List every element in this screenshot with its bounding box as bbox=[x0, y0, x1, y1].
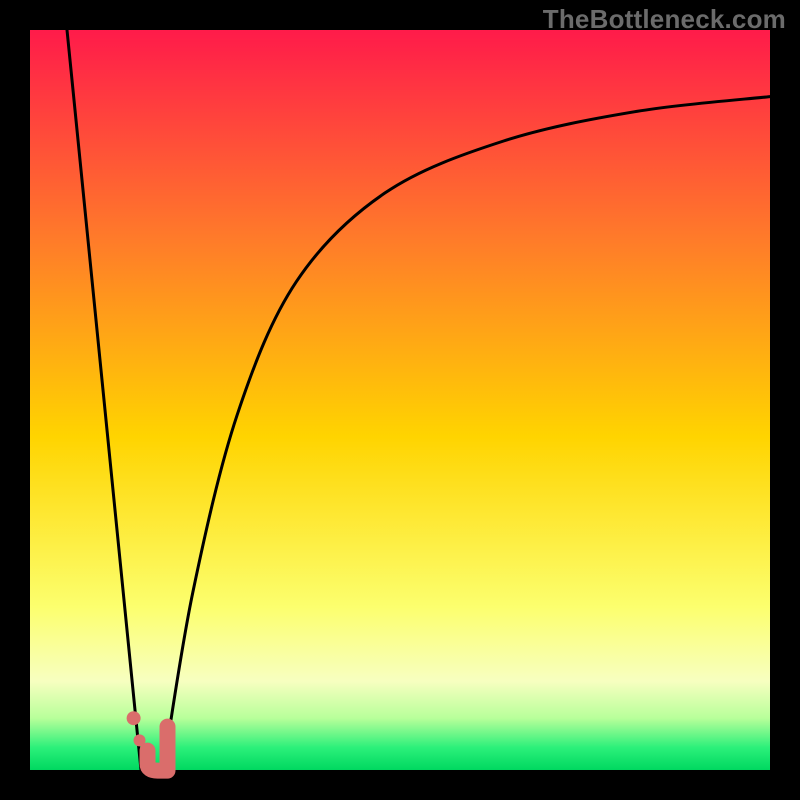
chart-frame: { "watermark": "TheBottleneck.com", "col… bbox=[0, 0, 800, 800]
chart-svg bbox=[0, 0, 800, 800]
watermark-text: TheBottleneck.com bbox=[543, 4, 786, 35]
valley-dot-upper bbox=[127, 711, 141, 725]
heat-gradient-background bbox=[30, 30, 770, 770]
valley-dot-lower bbox=[134, 734, 146, 746]
